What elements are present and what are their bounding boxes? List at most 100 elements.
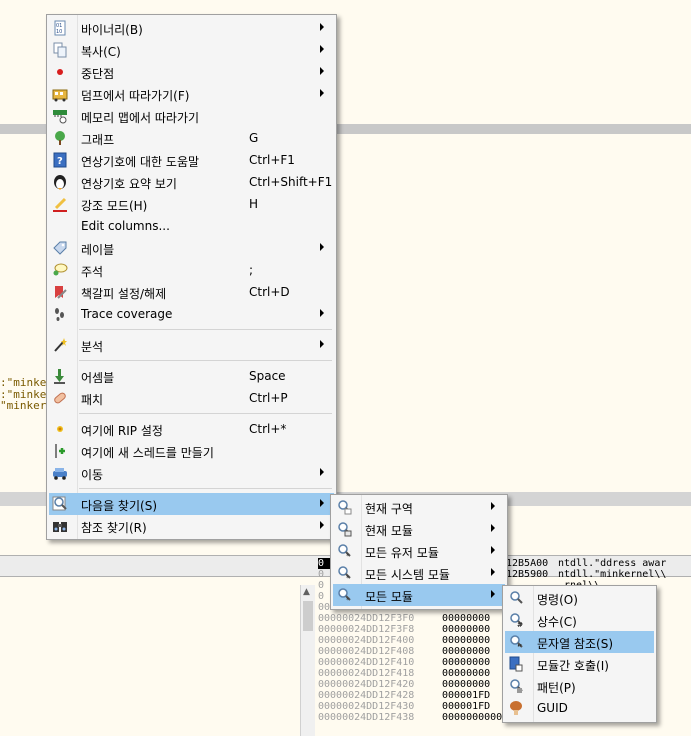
constant-search-icon: # <box>508 612 524 629</box>
trace-icon <box>52 306 68 322</box>
svg-text:*: * <box>346 596 350 603</box>
scroll-up-icon[interactable]: ▲ <box>303 587 310 597</box>
guid-icon <box>508 700 524 716</box>
stack-comment-row[interactable]: 12B5900 ntdll."minkernel\\ <box>506 569 666 580</box>
context-menu-item-21[interactable]: 참조 찾기(R) <box>49 515 334 537</box>
menu-item-label: 주석 <box>81 265 104 279</box>
submenu-arrow-icon <box>320 67 324 75</box>
copy-icon <box>52 42 68 58</box>
context-menu-item-18[interactable]: 여기에 새 스레드를 만들기 <box>49 440 334 462</box>
search-submenu-item-0[interactable]: 현재 구역 <box>333 496 505 518</box>
submenu-arrow-icon <box>491 590 495 598</box>
menu-separator <box>79 360 332 361</box>
context-menu-item-6[interactable]: ? 연상기호에 대한 도움말 Ctrl+F1 <box>49 149 334 171</box>
module-submenu-item-5[interactable]: GUID <box>505 697 654 719</box>
context-menu-item-14[interactable]: 분석 <box>49 334 334 356</box>
menu-item-label: 문자열 참조(S) <box>537 637 613 651</box>
dump-value: 00000000 <box>442 635 491 646</box>
menu-item-label: 강조 모드(H) <box>81 199 148 213</box>
context-menu-item-20[interactable]: 다음을 찾기(S) <box>49 493 334 515</box>
svg-text:#: # <box>517 621 523 628</box>
dump-follow-icon <box>52 86 68 102</box>
analysis-icon <box>52 337 68 353</box>
submenu-arrow-icon <box>320 89 324 97</box>
menu-item-label: GUID <box>537 701 568 715</box>
dump-value: 00000000 <box>442 679 491 690</box>
menu-separator <box>79 488 332 489</box>
stack-address-tail: 12B5900 <box>506 569 549 580</box>
context-menu-item-2[interactable]: 중단점 <box>49 61 334 83</box>
context-menu-item-19[interactable]: 이동 <box>49 462 334 484</box>
search-submenu-item-2[interactable]: * 모든 유저 모듈 <box>333 540 505 562</box>
context-menu-item-17[interactable]: 여기에 RIP 설정 Ctrl+* <box>49 418 334 440</box>
breakpoint-icon <box>52 64 68 80</box>
stack-comment-text: ntdll."minkernel\\ <box>558 569 667 580</box>
dump-address: 00000024DD12F3F8 <box>318 624 415 635</box>
goto-icon <box>52 465 68 481</box>
context-menu-item-12[interactable]: 책갈피 설정/해제 Ctrl+D <box>49 281 334 303</box>
search-for-submenu: 현재 구역 현재 모듈 * 모든 유저 모듈 * 모든 시스템 모듈 * 모든 모듈 <box>330 494 508 610</box>
context-menu-item-13[interactable]: Trace coverage <box>49 303 334 325</box>
submenu-arrow-icon <box>320 499 324 507</box>
context-menu-item-15[interactable]: 어셈블 Space <box>49 365 334 387</box>
menu-item-shortcut: ; <box>249 263 254 277</box>
pattern-icon <box>508 678 524 694</box>
dump-address: 00000024DD12F420 <box>318 679 415 690</box>
menu-item-shortcut: Space <box>249 369 286 383</box>
context-menu-item-4[interactable]: 메모리 맵에서 따라가기 <box>49 105 334 127</box>
module-submenu-item-0[interactable]: 명령(O) <box>505 587 654 609</box>
context-menu-item-10[interactable]: 레이블 <box>49 237 334 259</box>
context-menu-item-1[interactable]: 복사(C) <box>49 39 334 61</box>
context-menu-item-7[interactable]: 연상기호 요약 보기 Ctrl+Shift+F1 <box>49 171 334 193</box>
search-all-modules-icon: * <box>336 587 352 604</box>
dump-vertical-scrollbar[interactable]: ▲ <box>300 585 315 736</box>
menu-item-shortcut: Ctrl+P <box>249 391 288 405</box>
menu-item-label: 레이블 <box>81 243 115 257</box>
dump-address: 00000024DD12F400 <box>318 635 415 646</box>
module-submenu-item-2[interactable]: “ 문자열 참조(S) <box>505 631 654 653</box>
string-ref-icon: “ <box>508 634 524 652</box>
search-submenu-item-3[interactable]: * 모든 시스템 모듈 <box>333 562 505 584</box>
memory-map-icon <box>52 108 68 124</box>
context-menu-item-5[interactable]: 그래프 G <box>49 127 334 149</box>
context-menu-item-3[interactable]: 덤프에서 따라가기(F) <box>49 83 334 105</box>
menu-item-label: 바이너리(B) <box>81 23 143 37</box>
scroll-thumb[interactable] <box>303 601 313 631</box>
menu-item-label: Trace coverage <box>81 307 173 321</box>
context-menu-item-11[interactable]: 주석; <box>49 259 334 281</box>
menu-item-label: 여기에 RIP 설정 <box>81 424 163 438</box>
menu-item-label: 덤프에서 따라가기(F) <box>81 89 190 103</box>
menu-item-label: 참조 찾기(R) <box>81 521 147 535</box>
dump-value: 000001FD <box>442 690 491 701</box>
menu-item-label: 패치 <box>81 393 104 407</box>
svg-text:“: “ <box>517 643 522 650</box>
dump-address: 00000024DD12F408 <box>318 646 415 657</box>
menu-item-label: 모든 유저 모듈 <box>365 546 439 560</box>
context-menu-item-9[interactable]: Edit columns... <box>49 215 334 237</box>
dump-address: 00000024DD12F428 <box>318 690 415 701</box>
module-submenu-item-1[interactable]: # 상수(C) <box>505 609 654 631</box>
menu-item-shortcut: G <box>249 131 259 145</box>
menu-item-label: 모든 시스템 모듈 <box>365 568 450 582</box>
submenu-arrow-icon <box>491 524 495 532</box>
command-search-icon <box>508 590 524 606</box>
intermodular-call-icon <box>508 656 524 672</box>
module-submenu-item-3[interactable]: 모듈간 호출(I) <box>505 653 654 675</box>
submenu-arrow-icon <box>491 568 495 576</box>
context-menu-item-16[interactable]: 패치 Ctrl+P <box>49 387 334 409</box>
label-icon <box>52 240 68 256</box>
submenu-arrow-icon <box>320 23 324 31</box>
module-submenu-item-4[interactable]: 패턴(P) <box>505 675 654 697</box>
stack-comment-row[interactable]: 12B5A00 ntdll."ddress awar <box>506 558 666 569</box>
dump-address: 00000024DD12F410 <box>318 657 415 668</box>
context-menu-item-0[interactable]: 01 10 바이너리(B) <box>49 17 334 39</box>
submenu-arrow-icon <box>320 521 324 529</box>
context-menu-item-8[interactable]: 강조 모드(H) H <box>49 193 334 215</box>
search-submenu-item-4[interactable]: * 모든 모듈 <box>333 584 505 606</box>
search-submenu-item-1[interactable]: 현재 모듈 <box>333 518 505 540</box>
menu-item-label: 책갈피 설정/해제 <box>81 287 167 301</box>
menu-item-label: 현재 구역 <box>365 502 413 516</box>
menu-item-label: 메모리 맵에서 따라가기 <box>81 111 200 125</box>
menu-item-shortcut: Ctrl+D <box>249 285 290 299</box>
submenu-arrow-icon <box>491 502 495 510</box>
